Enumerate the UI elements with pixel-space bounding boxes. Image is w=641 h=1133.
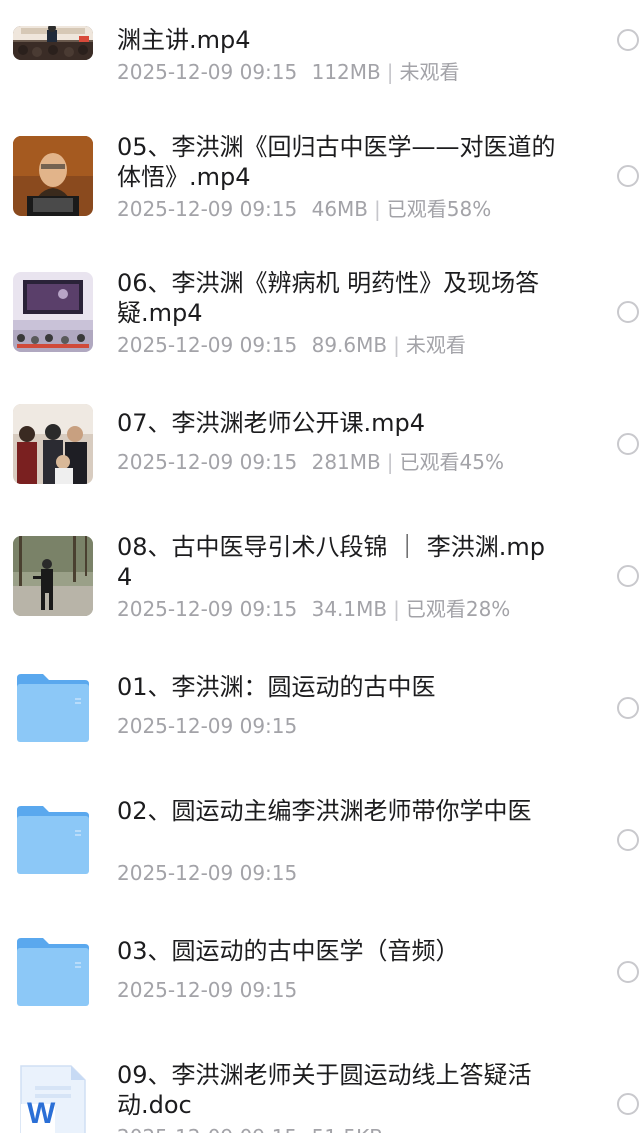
item-meta: 2025-12-09 09:15 89.6MB | 未观看: [117, 332, 466, 358]
word-letter: W: [27, 1097, 56, 1130]
folder-icon: [13, 800, 93, 880]
list-item[interactable]: 03、圆运动的古中医学（音频） 2025-12-09 09:15: [0, 906, 641, 1038]
list-item[interactable]: 02、圆运动主编李洪渊老师带你学中医 2025-12-09 09:15: [0, 774, 641, 906]
audience-crowd-thumbnail: [13, 404, 93, 484]
meta-separator: |: [393, 597, 400, 621]
item-size: 46MB: [311, 197, 369, 221]
item-date: 2025-12-09 09:15: [117, 450, 298, 474]
item-date: 2025-12-09 09:15: [117, 861, 298, 885]
select-radio[interactable]: [617, 961, 639, 983]
item-date: 2025-12-09 09:15: [117, 597, 298, 621]
watch-status: 已观看58%: [386, 197, 492, 221]
item-meta: 2025-12-09 09:15 46MB | 已观看58%: [117, 196, 491, 222]
item-meta: 2025-12-09 09:15 112MB | 未观看: [117, 59, 460, 85]
list-item[interactable]: 08、古中医导引术八段锦 ｜ 李洪渊.mp4 2025-12-09 09:15 …: [0, 510, 641, 642]
item-date: 2025-12-09 09:15: [117, 60, 298, 84]
select-radio[interactable]: [617, 29, 639, 51]
watch-status: 已观看45%: [399, 450, 504, 474]
select-radio[interactable]: [617, 301, 639, 323]
item-meta: 2025-12-09 09:15 281MB | 已观看45%: [117, 449, 504, 475]
watch-status: 未观看: [405, 333, 466, 357]
select-radio[interactable]: [617, 433, 639, 455]
meta-separator: |: [393, 333, 400, 357]
list-item[interactable]: W 09、李洪渊老师关于圆运动线上答疑活动.doc 2025-12-09 09:…: [0, 1038, 641, 1133]
list-item[interactable]: 06、李洪渊《辨病机 明药性》及现场答疑.mp4 2025-12-09 09:1…: [0, 246, 641, 378]
item-meta: 2025-12-09 09:15: [117, 713, 297, 739]
item-date: 2025-12-09 09:15: [117, 197, 298, 221]
speaker-portrait-thumbnail: [13, 136, 93, 216]
item-size: 51.5KB: [312, 1125, 383, 1133]
item-date: 2025-12-09 09:15: [117, 978, 298, 1002]
item-meta: 2025-12-09 09:15 51.5KB: [117, 1124, 383, 1133]
item-meta: 2025-12-09 09:15 34.1MB | 已观看28%: [117, 596, 510, 622]
item-size: 89.6MB: [311, 333, 388, 357]
word-doc-icon: W: [13, 1064, 93, 1133]
outdoor-exercise-thumbnail: [13, 536, 93, 616]
select-radio[interactable]: [617, 565, 639, 587]
item-date: 2025-12-09 09:15: [117, 333, 298, 357]
select-radio[interactable]: [617, 697, 639, 719]
item-size: 34.1MB: [311, 597, 388, 621]
item-title: 07、李洪渊老师公开课.mp4: [117, 409, 426, 437]
list-item[interactable]: 01、李洪渊：圆运动的古中医 2025-12-09 09:15: [0, 642, 641, 774]
item-title: 03、圆运动的古中医学（音频）: [117, 937, 460, 965]
select-radio[interactable]: [617, 829, 639, 851]
meta-separator: |: [386, 450, 394, 474]
folder-icon: [13, 668, 93, 748]
item-meta: 2025-12-09 09:15: [117, 977, 297, 1003]
item-size: 281MB: [311, 450, 381, 474]
list-item[interactable]: 07、李洪渊老师公开课.mp4 2025-12-09 09:15 281MB | 已…: [0, 378, 641, 510]
watch-status: 未观看: [399, 60, 460, 84]
item-date: 2025-12-09 09:15: [117, 1125, 297, 1133]
item-date: 2025-12-09 09:15: [117, 714, 298, 738]
meta-separator: |: [374, 197, 381, 221]
lecture-stage-thumbnail: [13, 26, 93, 60]
item-title: 06、李洪渊《辨病机 明药性》及现场答疑.mp4: [117, 269, 540, 327]
select-radio[interactable]: [617, 165, 639, 187]
select-radio[interactable]: [617, 1093, 639, 1115]
item-title: 08、古中医导引术八段锦 ｜ 李洪渊.mp4: [117, 533, 546, 591]
file-list: 渊主讲.mp4 2025-12-09 09:15 112MB | 未观看 05、李洪…: [0, 0, 641, 1133]
folder-icon: [13, 932, 93, 1012]
item-title: 05、李洪渊《回归古中医学——对医道的体悟》.mp4: [117, 133, 556, 191]
item-title: 渊主讲.mp4: [117, 26, 251, 54]
list-item[interactable]: 渊主讲.mp4 2025-12-09 09:15 112MB | 未观看: [0, 0, 641, 86]
watch-status: 已观看28%: [405, 597, 511, 621]
conference-hall-thumbnail: [13, 272, 93, 352]
meta-separator: |: [386, 60, 394, 84]
item-title: 02、圆运动主编李洪渊老师带你学中医: [117, 797, 532, 825]
item-size: 112MB: [311, 60, 381, 84]
item-title: 09、李洪渊老师关于圆运动线上答疑活动.doc: [117, 1061, 532, 1119]
list-item[interactable]: 05、李洪渊《回归古中医学——对医道的体悟》.mp4 2025-12-09 09…: [0, 110, 641, 242]
item-title: 01、李洪渊：圆运动的古中医: [117, 673, 436, 701]
item-meta: 2025-12-09 09:15: [117, 860, 297, 886]
